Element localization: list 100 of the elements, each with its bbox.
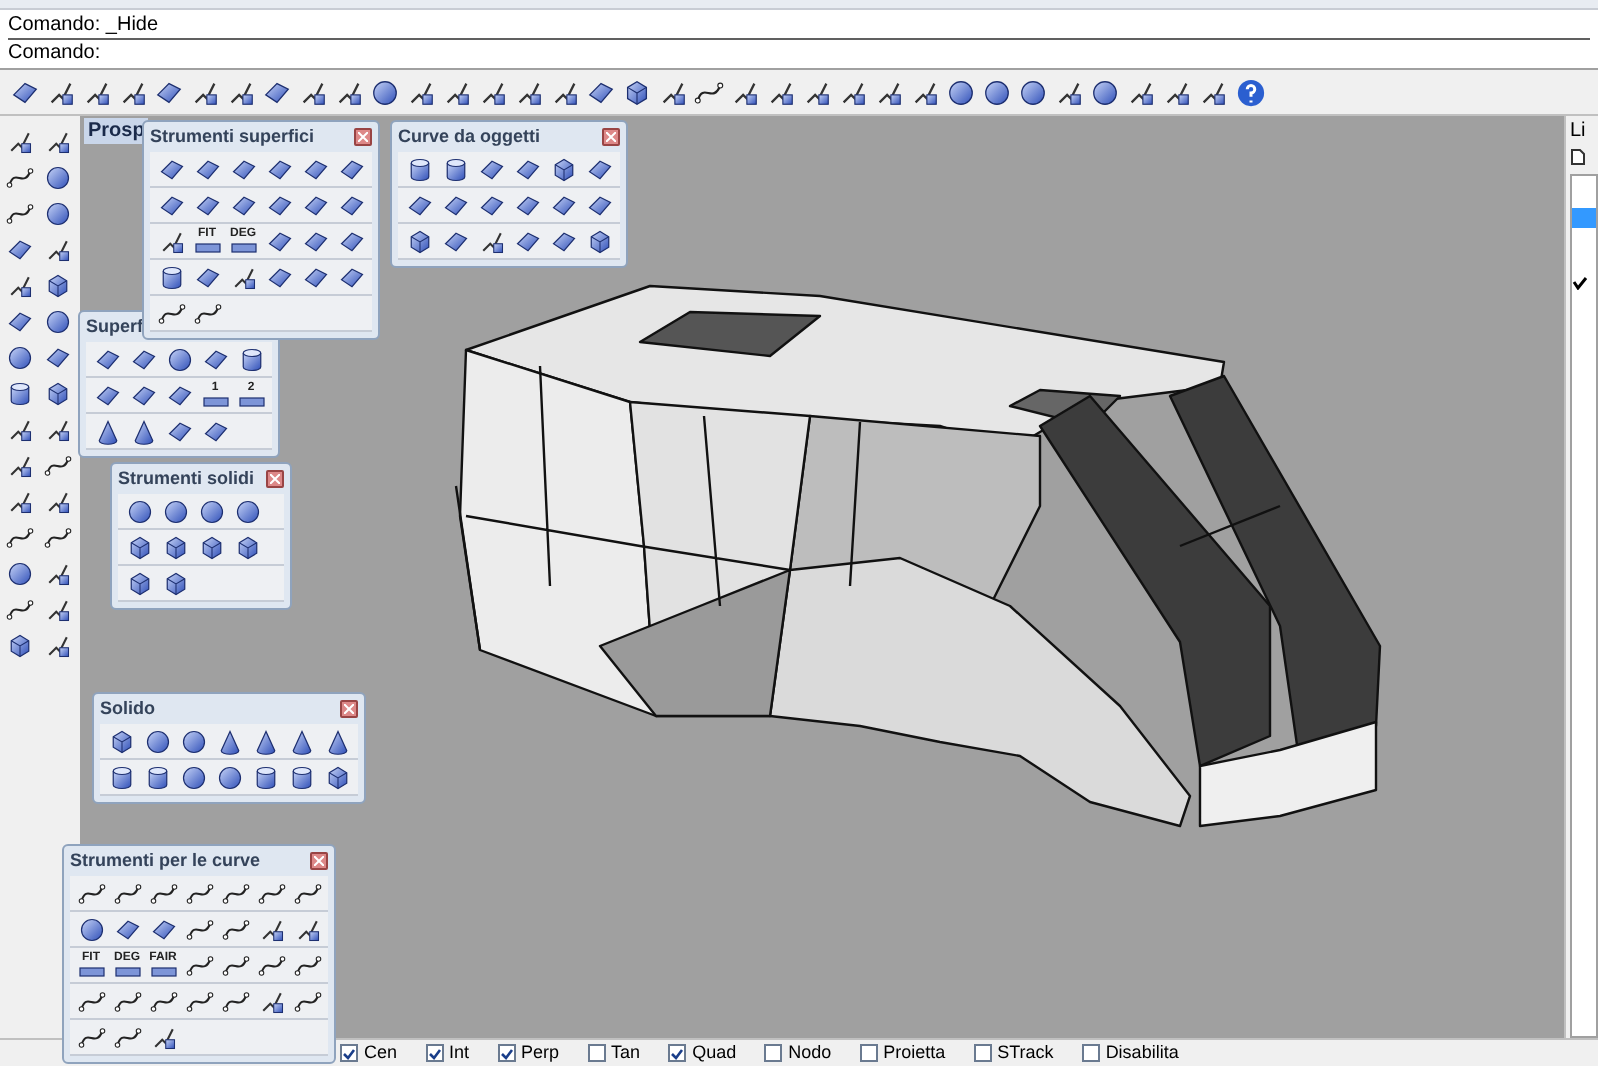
- panel-title: Strumenti per le curve: [70, 847, 261, 874]
- close-button[interactable]: [354, 128, 372, 146]
- document-icon: [1570, 148, 1586, 166]
- tool-icon: [44, 631, 72, 659]
- sphere-icon: [946, 77, 976, 107]
- osnap-checkbox[interactable]: [425, 1044, 444, 1062]
- cylinder-icon: [237, 345, 265, 373]
- tool-icon: [226, 77, 256, 107]
- checkmark-icon: [427, 1047, 442, 1059]
- cylinder-icon: [405, 155, 433, 183]
- curve-icon: [185, 915, 213, 943]
- tool-icon: [442, 77, 472, 107]
- cube-icon: [233, 533, 261, 561]
- curve-icon: [5, 199, 33, 227]
- tool-icon: [514, 77, 544, 107]
- tool-icon: [44, 235, 72, 263]
- cube-icon: [161, 533, 189, 561]
- cone-icon: [323, 727, 351, 755]
- tool-icon: [334, 77, 364, 107]
- osnap-checkbox[interactable]: [764, 1044, 783, 1062]
- surface-icon: [193, 242, 221, 254]
- sphere-icon: [5, 343, 33, 371]
- cylinder-icon: [5, 379, 33, 407]
- sphere-icon: [165, 345, 193, 373]
- tool-icon: [477, 227, 505, 255]
- close-icon: [270, 474, 281, 484]
- help-icon: [1235, 77, 1265, 107]
- toolbar-button[interactable]: [944, 75, 978, 109]
- sphere-icon: [44, 163, 72, 191]
- curve-icon: [77, 879, 105, 907]
- cube-icon: [125, 569, 153, 597]
- toolbar-button[interactable]: [1088, 75, 1122, 109]
- curve-icon: [293, 879, 321, 907]
- osnap-checkbox[interactable]: [859, 1044, 878, 1062]
- surface-icon: [154, 77, 184, 107]
- close-button[interactable]: [340, 700, 358, 718]
- cube-icon: [107, 727, 135, 755]
- osnap-checkbox[interactable]: [973, 1044, 992, 1062]
- tool-icon: [257, 987, 285, 1015]
- tool-icon: [1126, 77, 1156, 107]
- curve-icon: [157, 299, 185, 327]
- cylinder-icon: [143, 763, 171, 791]
- tool-icon: [44, 559, 72, 587]
- tool-icon: [730, 77, 760, 107]
- toolbar-button[interactable]: [368, 75, 402, 109]
- osnap-checkbox[interactable]: [497, 1044, 516, 1062]
- panel-title: Solido: [100, 695, 155, 722]
- curve-icon: [193, 299, 221, 327]
- curve-icon: [113, 879, 141, 907]
- viewport-tab[interactable]: Prosp: [84, 118, 149, 144]
- tool-icon: [44, 487, 72, 515]
- tool-icon: [5, 127, 33, 155]
- cube-icon: [197, 533, 225, 561]
- panel-title: Superf: [86, 313, 144, 340]
- surface-icon: [5, 307, 33, 335]
- close-button[interactable]: [310, 852, 328, 870]
- surface-icon: [5, 235, 33, 263]
- sphere-icon: [982, 77, 1012, 107]
- sphere-icon: [179, 763, 207, 791]
- surface-icon: [262, 77, 292, 107]
- checkmark-icon: [670, 1047, 685, 1059]
- tool-icon: [82, 77, 112, 107]
- surface-icon: [129, 345, 157, 373]
- osnap-checkbox[interactable]: [340, 1044, 358, 1062]
- close-icon: [314, 856, 324, 866]
- sphere-icon: [161, 497, 189, 525]
- osnap-checkbox[interactable]: [587, 1044, 606, 1062]
- close-button[interactable]: [602, 128, 620, 146]
- cube-icon: [5, 631, 33, 659]
- help-button[interactable]: [1232, 74, 1268, 110]
- surface-icon: [201, 396, 229, 408]
- cube-icon: [549, 155, 577, 183]
- surface-icon: [301, 155, 329, 183]
- curve-icon: [149, 987, 177, 1015]
- tool-icon: [149, 1023, 177, 1051]
- osnap-checkbox[interactable]: [1081, 1044, 1100, 1062]
- curve-icon: [113, 987, 141, 1015]
- toolbar-button[interactable]: [1016, 75, 1050, 109]
- command-prompt[interactable]: Comando:: [8, 40, 1590, 68]
- cube-icon: [44, 271, 72, 299]
- tool-icon: [5, 271, 33, 299]
- tool-icon: [1198, 77, 1228, 107]
- osnap-label: Disabilita: [1105, 1042, 1179, 1064]
- toolbar-button[interactable]: [980, 75, 1014, 109]
- tool-icon: [46, 77, 76, 107]
- curve-icon: [257, 879, 285, 907]
- surface-icon: [149, 966, 177, 978]
- panel-title: Curve da oggetti: [398, 123, 541, 150]
- osnap-label: STrack: [997, 1042, 1054, 1064]
- tool-icon: [293, 915, 321, 943]
- tool-icon: [5, 487, 33, 515]
- close-button[interactable]: [266, 470, 285, 488]
- curve-icon: [221, 951, 249, 979]
- cylinder-icon: [107, 763, 135, 791]
- surface-icon: [585, 155, 613, 183]
- tool-icon: [44, 127, 72, 155]
- curve-icon: [44, 451, 72, 479]
- surface-icon: [229, 155, 257, 183]
- tool-icon: [766, 77, 796, 107]
- osnap-checkbox[interactable]: [668, 1044, 687, 1062]
